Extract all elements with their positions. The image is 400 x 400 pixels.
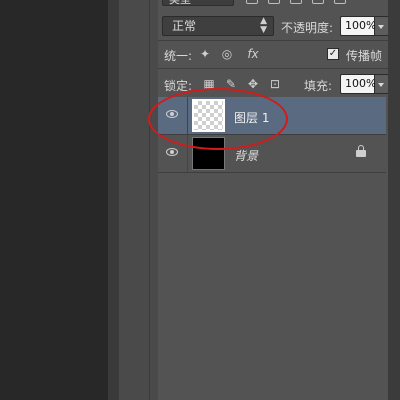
unify-label: 统一: xyxy=(164,49,193,63)
smart-object-filter-icon[interactable] xyxy=(334,0,346,4)
fill-dropdown-button[interactable] xyxy=(375,74,389,94)
unify-position-icon[interactable]: ✦ xyxy=(198,47,212,61)
pixel-filter-icon[interactable] xyxy=(246,0,258,4)
opacity-value: 100% xyxy=(345,19,377,32)
lock-fill-row: 锁定: ▦ ✎ ✥ ⊡ 填充: 100% xyxy=(158,72,389,96)
propagate-frame-checkbox[interactable]: ✓ xyxy=(327,48,339,60)
kind-filter-label: 类型 xyxy=(169,0,191,6)
select-arrows-icon: ▲ ▼ xyxy=(260,16,267,35)
unify-row: 统一: ✦ ◎ fx ✓ 传播帧 xyxy=(158,42,388,66)
layer-row-background[interactable]: 背景 xyxy=(158,135,386,173)
unify-style-icon[interactable]: fx xyxy=(242,47,264,61)
lock-image-pixels-icon[interactable]: ✎ xyxy=(224,77,238,91)
panel-gap xyxy=(150,0,158,400)
fill-label: 填充: xyxy=(304,79,333,93)
fill-input[interactable]: 100% xyxy=(340,74,377,94)
panel-separator xyxy=(108,0,118,400)
kind-filter-select[interactable]: 类型 xyxy=(162,0,234,6)
shape-filter-icon[interactable] xyxy=(312,0,324,4)
blend-opacity-row: 正常 ▲ ▼ 不透明度: 100% xyxy=(158,14,389,38)
lock-all-icon[interactable]: ⊡ xyxy=(268,77,282,91)
document-canvas-area xyxy=(0,0,108,400)
opacity-input[interactable]: 100% xyxy=(340,16,377,36)
type-filter-icon[interactable] xyxy=(290,0,302,4)
blend-mode-value: 正常 xyxy=(172,19,197,33)
blend-mode-select[interactable]: 正常 ▲ ▼ xyxy=(162,16,274,36)
adjustment-filter-icon[interactable] xyxy=(268,0,280,4)
lock-label: 锁定: xyxy=(164,79,193,93)
collapsed-panel-dock[interactable] xyxy=(118,0,150,400)
divider xyxy=(158,68,388,69)
layer-name[interactable]: 背景 xyxy=(234,147,258,164)
layer-row-layer-1[interactable]: 图层 1 xyxy=(158,97,386,135)
scrollbar-track[interactable] xyxy=(388,0,400,400)
opacity-label: 不透明度: xyxy=(281,21,334,35)
layers-panel: 类型 正常 ▲▼ 不透明度: 100% 统一: ✦ ◎ fx ✓ 传播帧 锁定:… xyxy=(158,0,389,400)
visibility-toggle[interactable] xyxy=(158,97,188,134)
layers-list: 图层 1 背景 xyxy=(158,97,388,400)
lock-icon xyxy=(356,145,366,158)
propagate-frame-label: 传播帧 xyxy=(346,49,383,63)
layer-thumbnail xyxy=(192,99,225,132)
lock-position-icon[interactable]: ✥ xyxy=(246,77,260,91)
layer-name[interactable]: 图层 1 xyxy=(234,109,269,126)
fill-value: 100% xyxy=(345,77,377,90)
eye-icon xyxy=(166,110,178,118)
layer-thumbnail xyxy=(192,137,225,170)
layer-filter-row: 类型 xyxy=(158,0,388,8)
lock-transparent-pixels-icon[interactable]: ▦ xyxy=(202,77,216,91)
unify-visibility-icon[interactable]: ◎ xyxy=(220,47,234,61)
divider xyxy=(158,40,388,41)
opacity-dropdown-button[interactable] xyxy=(375,16,389,36)
eye-icon xyxy=(166,148,178,156)
visibility-toggle[interactable] xyxy=(158,135,188,172)
